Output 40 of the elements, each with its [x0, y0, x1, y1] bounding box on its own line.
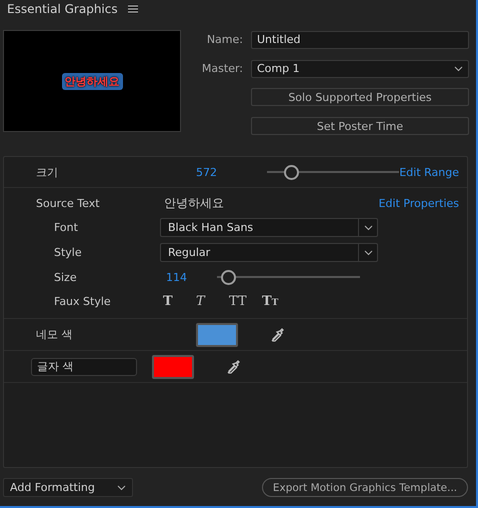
label-input[interactable]: 글자 색: [31, 358, 137, 376]
font-dropdown[interactable]: Black Han Sans: [160, 218, 378, 237]
property-label: Size: [53, 270, 78, 284]
style-dropdown[interactable]: Regular: [160, 243, 378, 262]
slider-thumb[interactable]: [221, 270, 236, 285]
faux-style-button[interactable]: TT: [229, 294, 262, 308]
master-dropdown[interactable]: Comp 1: [251, 60, 469, 78]
panel-title: Essential Graphics: [7, 2, 118, 16]
property-value[interactable]: 572: [196, 166, 217, 178]
caret-icon: [117, 484, 126, 490]
master-label: Master:: [200, 62, 243, 76]
property-label: 크기: [35, 164, 59, 180]
property-value[interactable]: 114: [166, 270, 187, 284]
eyedropper-icon[interactable]: [270, 326, 285, 342]
property-label: Font: [53, 221, 79, 234]
caret-icon: [364, 224, 372, 230]
color-swatch[interactable]: [196, 322, 238, 346]
caret-icon: [364, 250, 372, 256]
faux-style-button[interactable]: T: [196, 294, 229, 308]
property-label: 네모 색: [35, 327, 74, 342]
property-label: Style: [53, 246, 83, 259]
export-button[interactable]: Export Motion Graphics Template...: [262, 478, 468, 497]
property-label: Faux Style: [53, 294, 112, 308]
name-field[interactable]: Untitled: [251, 30, 469, 49]
action-button[interactable]: Set Poster Time: [251, 117, 469, 136]
menu-icon[interactable]: [128, 5, 138, 13]
edit-range-link[interactable]: Edit Range: [399, 166, 459, 178]
source-text-value: 안녕하세요: [164, 194, 224, 212]
slider-thumb[interactable]: [284, 165, 299, 180]
faux-style-button[interactable]: T: [163, 294, 196, 308]
preview-text: 안녕하세요: [62, 72, 122, 90]
caret-icon: [454, 66, 463, 72]
property-label: Source Text: [35, 196, 101, 210]
action-button[interactable]: Solo Supported Properties: [251, 88, 469, 106]
faux-style-button[interactable]: Tt: [262, 294, 295, 308]
color-swatch[interactable]: [152, 354, 194, 378]
add-formatting-dropdown[interactable]: Add Formatting: [3, 478, 133, 497]
eyedropper-icon[interactable]: [226, 358, 241, 374]
name-label: Name:: [206, 33, 243, 46]
edit-properties-link[interactable]: Edit Properties: [378, 196, 459, 210]
